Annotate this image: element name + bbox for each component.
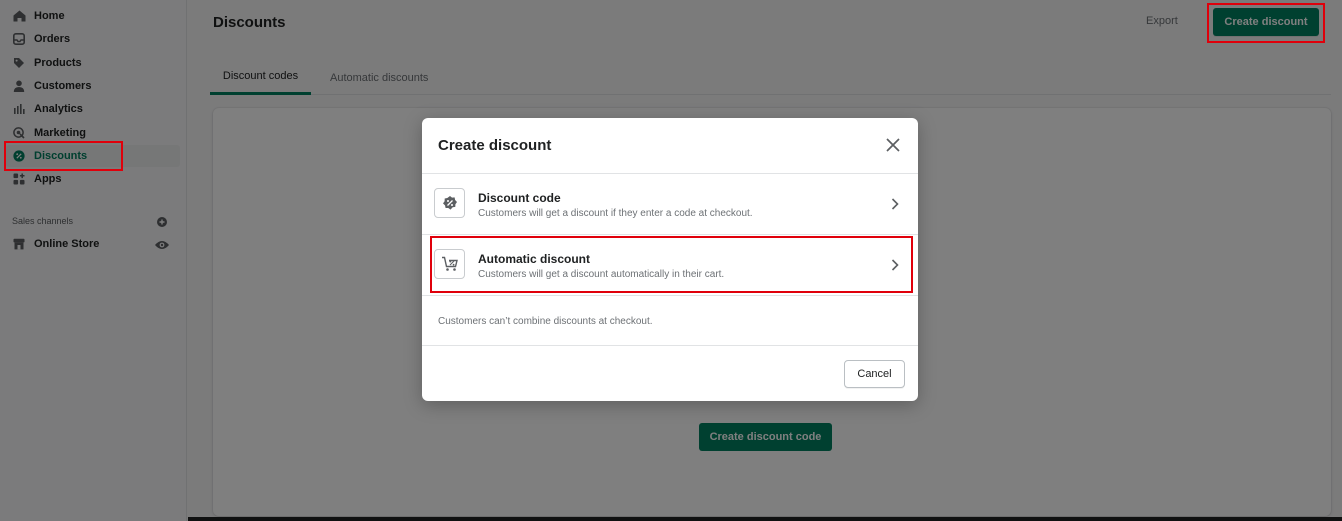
cancel-button[interactable]: Cancel bbox=[844, 360, 905, 388]
app-root: Home Orders Products Customers Analytics bbox=[0, 0, 1342, 521]
discount-badge-icon bbox=[434, 188, 465, 218]
modal-footer: Cancel bbox=[422, 345, 918, 401]
option-title: Automatic discount bbox=[478, 252, 591, 266]
close-button[interactable] bbox=[884, 137, 902, 155]
chevron-right-icon bbox=[890, 197, 902, 211]
option-title: Discount code bbox=[478, 191, 561, 205]
option-description: Customers will get a discount automatica… bbox=[478, 269, 725, 280]
chevron-right-icon bbox=[890, 258, 902, 272]
option-description: Customers will get a discount if they en… bbox=[478, 208, 753, 219]
combine-discounts-note: Customers can’t combine discounts at che… bbox=[438, 316, 653, 327]
modal-header: Create discount bbox=[422, 118, 918, 174]
create-discount-modal: Create discount Discount code Customers … bbox=[422, 118, 918, 401]
modal-title: Create discount bbox=[438, 137, 552, 154]
close-icon bbox=[885, 138, 901, 156]
option-automatic-discount[interactable]: Automatic discount Customers will get a … bbox=[422, 235, 918, 296]
cart-discount-icon bbox=[434, 249, 465, 279]
option-discount-code[interactable]: Discount code Customers will get a disco… bbox=[422, 174, 918, 235]
